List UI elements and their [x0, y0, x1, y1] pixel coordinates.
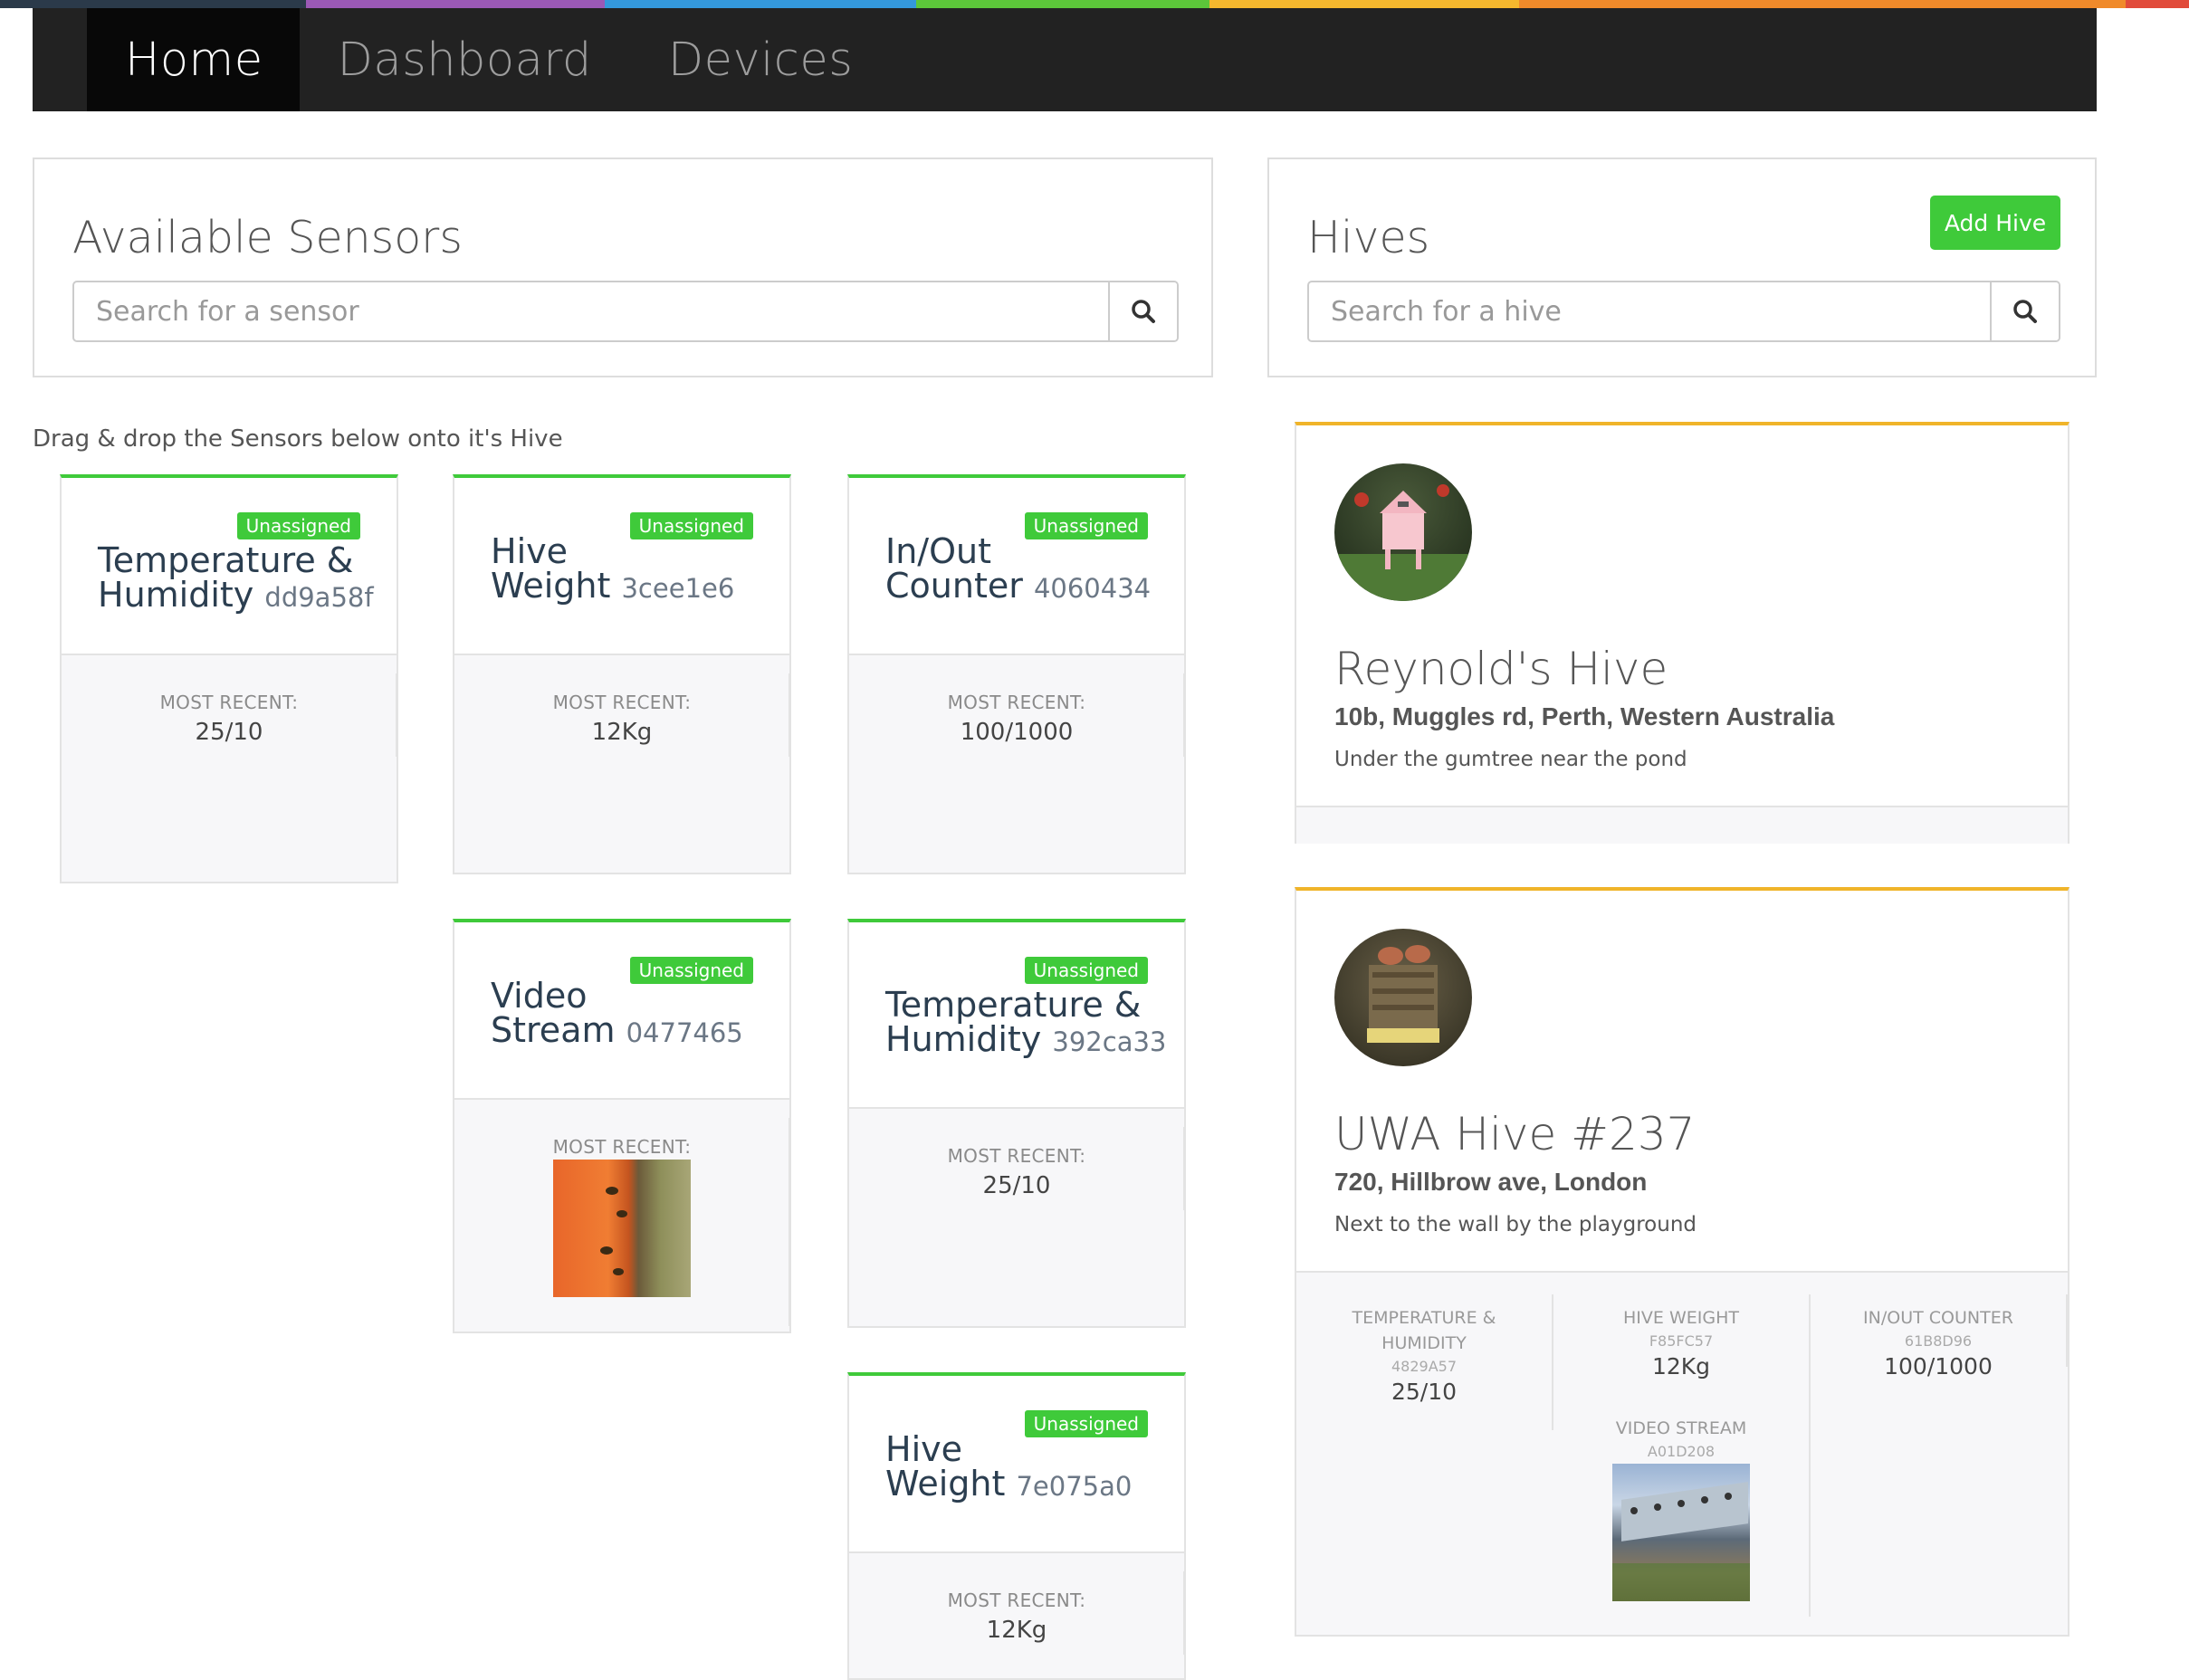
sensors-panel: Available Sensors [33, 158, 1213, 377]
hive-search-input[interactable] [1309, 282, 1990, 340]
most-recent-value: 12Kg [591, 719, 653, 746]
hive-sensor-name: TEMPERATURE & [1352, 1308, 1496, 1328]
sensor-card[interactable]: Unassigned Temperature & Humidity 392ca3… [847, 919, 1186, 1328]
hive-sensor-list: TEMPERATURE & HUMIDITY 4829A57 25/10 HIV… [1296, 1271, 2068, 1635]
sensor-search-input[interactable] [74, 282, 1108, 340]
hive-sensor-value: 12Kg [1651, 1353, 1711, 1379]
hive-sensor-value: 100/1000 [1884, 1353, 1993, 1379]
hive-sensor-name: VIDEO STREAM [1615, 1418, 1747, 1438]
sensor-title: Temperature & Humidity 392ca33 [885, 988, 1175, 1059]
hive-sensor-value: 25/10 [1391, 1379, 1458, 1405]
most-recent-label: MOST RECENT: [947, 1145, 1086, 1167]
hive-address: 720, Hillbrow ave, London [1334, 1168, 1648, 1196]
sensor-id: 7e075a0 [1016, 1471, 1133, 1502]
sensor-name-line2: Humidity [98, 575, 254, 615]
hive-sensor[interactable]: IN/OUT COUNTER 61B8D96 100/1000 [1811, 1305, 2066, 1379]
sensor-id: 3cee1e6 [621, 573, 735, 604]
hive-search-button[interactable] [1990, 282, 2059, 340]
hive-sensor-id: A01D208 [1647, 1443, 1716, 1460]
most-recent-label: MOST RECENT: [552, 692, 692, 713]
drag-drop-hint: Drag & drop the Sensors below onto it's … [33, 425, 563, 453]
sensor-title: Hive Weight 3cee1e6 [491, 534, 780, 606]
hive-card[interactable]: Reynold's Hive 10b, Muggles rd, Perth, W… [1295, 422, 2070, 844]
hive-note: Next to the wall by the playground [1334, 1213, 1697, 1236]
sensor-title: Temperature & Humidity dd9a58f [98, 543, 387, 615]
video-thumbnail[interactable] [553, 1160, 691, 1297]
status-badge: Unassigned [1024, 957, 1148, 984]
most-recent-value: 100/1000 [960, 719, 1074, 746]
sensor-name-line2: Humidity [885, 1019, 1042, 1059]
hive-avatar [1334, 463, 1472, 601]
most-recent-label: MOST RECENT: [552, 1136, 692, 1158]
hive-sensor-id: F85FC57 [1649, 1332, 1714, 1350]
most-recent-label: MOST RECENT: [947, 1589, 1086, 1611]
sensor-id: 0477465 [626, 1017, 743, 1048]
sensor-name-line1: Temperature & [98, 540, 354, 580]
hive-sensor[interactable]: VIDEO STREAM A01D208 [1553, 1416, 1809, 1601]
hive-sensor-id: 4829A57 [1391, 1358, 1458, 1375]
nav-dashboard[interactable]: Dashboard [300, 8, 630, 111]
sensor-name-line1: Hive [885, 1429, 962, 1469]
status-badge: Unassigned [236, 512, 360, 539]
nav-devices[interactable]: Devices [630, 8, 892, 111]
sensor-card[interactable]: Unassigned Temperature & Humidity dd9a58… [60, 474, 398, 883]
sensor-id: 4060434 [1033, 573, 1152, 604]
sensor-id: 392ca33 [1052, 1026, 1167, 1057]
hive-sensor-id: 61B8D96 [1904, 1332, 1973, 1350]
hive-address: 10b, Muggles rd, Perth, Western Australi… [1334, 702, 1835, 730]
hive-search [1307, 281, 2060, 342]
most-recent-value: 25/10 [982, 1172, 1051, 1199]
sensor-name-line1: Temperature & [885, 985, 1142, 1025]
most-recent-value: 12Kg [986, 1617, 1047, 1644]
sensor-card[interactable]: Unassigned Hive Weight 7e075a0 MOST RECE… [847, 1372, 1186, 1680]
nav-home[interactable]: Home [87, 8, 300, 111]
hive-avatar [1334, 929, 1472, 1066]
sensor-name-line1: Hive [491, 531, 568, 571]
sensor-card[interactable]: Unassigned Hive Weight 3cee1e6 MOST RECE… [453, 474, 791, 874]
hive-card[interactable]: UWA Hive #237 720, Hillbrow ave, London … [1295, 887, 2070, 1637]
hive-sensor[interactable]: TEMPERATURE & HUMIDITY 4829A57 25/10 [1296, 1305, 1552, 1405]
add-hive-button[interactable]: Add Hive [1930, 196, 2060, 250]
sensor-name-line2: Stream [491, 1010, 616, 1050]
most-recent-label: MOST RECENT: [159, 692, 299, 713]
sensor-card[interactable]: Unassigned Video Stream 0477465 MOST REC… [453, 919, 791, 1333]
sensor-name-line1: In/Out [885, 531, 991, 571]
sensor-title: Hive Weight 7e075a0 [885, 1432, 1175, 1503]
color-strip [0, 0, 2189, 8]
hive-sensor-name: HIVE WEIGHT [1623, 1308, 1739, 1328]
search-icon [2013, 300, 2037, 323]
sensor-card[interactable]: Unassigned In/Out Counter 4060434 MOST R… [847, 474, 1186, 874]
wooden-hive-image [1367, 945, 1439, 1043]
search-icon [1132, 300, 1155, 323]
hive-sensor[interactable]: HIVE WEIGHT F85FC57 12Kg [1553, 1305, 1809, 1379]
hive-sensor-name: HUMIDITY [1381, 1333, 1467, 1353]
most-recent-label: MOST RECENT: [947, 692, 1086, 713]
hive-name: Reynold's Hive [1334, 643, 1668, 695]
sensor-title: Video Stream 0477465 [491, 978, 780, 1050]
sensor-name-line2: Counter [885, 566, 1023, 606]
sensor-search [72, 281, 1179, 342]
sensor-name-line2: Weight [491, 566, 611, 606]
pink-hive-image [1334, 484, 1472, 601]
hive-footer [1296, 806, 2068, 844]
top-navbar: Home Dashboard Devices [33, 8, 2097, 111]
hive-sensor-name: IN/OUT COUNTER [1863, 1308, 2013, 1328]
sensors-panel-title: Available Sensors [72, 212, 463, 263]
sensor-title: In/Out Counter 4060434 [885, 534, 1175, 606]
hive-note: Under the gumtree near the pond [1334, 748, 1687, 771]
hives-panel: Hives Add Hive [1267, 158, 2097, 377]
video-thumbnail[interactable] [1612, 1464, 1750, 1601]
sensor-id: dd9a58f [264, 582, 374, 613]
hives-panel-title: Hives [1307, 212, 1430, 263]
sensor-name-line1: Video [491, 976, 588, 1016]
most-recent-value: 25/10 [195, 719, 263, 746]
hive-name: UWA Hive #237 [1334, 1108, 1696, 1160]
sensor-search-button[interactable] [1108, 282, 1177, 340]
sensor-name-line2: Weight [885, 1464, 1006, 1503]
